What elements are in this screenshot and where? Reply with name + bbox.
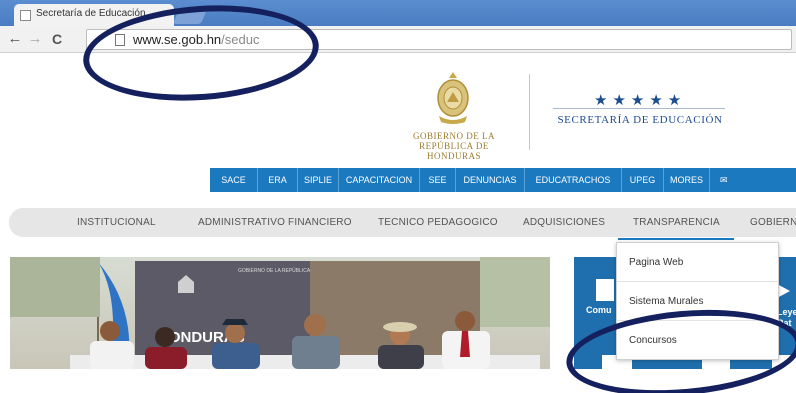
panel-left-label[interactable]: Comu [586,305,612,315]
back-arrow-icon[interactable]: ← [6,30,24,48]
quick-link-educatrachos[interactable]: EDUCATRACHOS [525,168,622,192]
favicon-icon [20,10,31,21]
quick-link-upeg[interactable]: UPEG [622,168,664,192]
nav-institucional[interactable]: INSTITUCIONAL [77,208,156,237]
megaphone-icon [596,279,614,301]
gov-line-1: GOBIERNO DE LA [413,131,495,141]
quick-link-see[interactable]: SEE [420,168,456,192]
quick-link-sace[interactable]: SACE [210,168,258,192]
quick-link-capacitacion[interactable]: CAPACITACION [339,168,420,192]
nav-active-underline [618,238,734,240]
secretaria-rule [553,108,725,109]
mail-icon[interactable]: ✉ [710,168,796,192]
honduras-coat-of-arms-icon [437,72,469,124]
browser-tab-strip: Secretaría de Educación × [0,0,796,26]
hero-photo[interactable]: HONDURAS GOBIERNO DE LA REPÚBLICA [10,257,550,369]
quick-link-siplie[interactable]: SIPLIE [298,168,339,192]
secretaria-title: SECRETARÍA DE EDUCACIÓN [557,114,723,126]
stars-icon: ★★★★★ [594,92,687,109]
quick-links-bar: SACE ERA SIPLIE CAPACITACION SEE DENUNCI… [210,168,796,192]
nav-administrativo-financiero[interactable]: ADMINISTRATIVO FINANCIERO [198,208,352,237]
tab-title: Secretaría de Educación [36,8,146,19]
quick-link-denuncias[interactable]: DENUNCIAS [456,168,525,192]
panel-right-label[interactable]: Leye [777,307,796,317]
nav-adquisiciones[interactable]: ADQUISICIONES [523,208,605,237]
quick-link-era[interactable]: ERA [258,168,298,192]
screenshot-root: Secretaría de Educación × ← → C www.se.g… [0,0,796,393]
reload-icon[interactable]: C [48,30,66,48]
hero-scene: HONDURAS GOBIERNO DE LA REPÚBLICA [10,257,550,369]
gov-line-2: REPÚBLICA DE HONDURAS [419,141,489,161]
hero-banner-subtext: GOBIERNO DE LA REPÚBLICA [238,267,311,274]
menu-item-pagina-web[interactable]: Pagina Web [617,243,778,282]
forward-arrow-icon[interactable]: → [26,30,44,48]
nav-tecnico-pedagogico[interactable]: TECNICO PEDAGOGICO [378,208,498,237]
nav-gobierno[interactable]: GOBIERNO [750,208,796,237]
nav-transparencia[interactable]: TRANSPARENCIA [633,208,720,237]
header-divider [529,74,530,150]
quick-link-mores[interactable]: MORES [664,168,710,192]
